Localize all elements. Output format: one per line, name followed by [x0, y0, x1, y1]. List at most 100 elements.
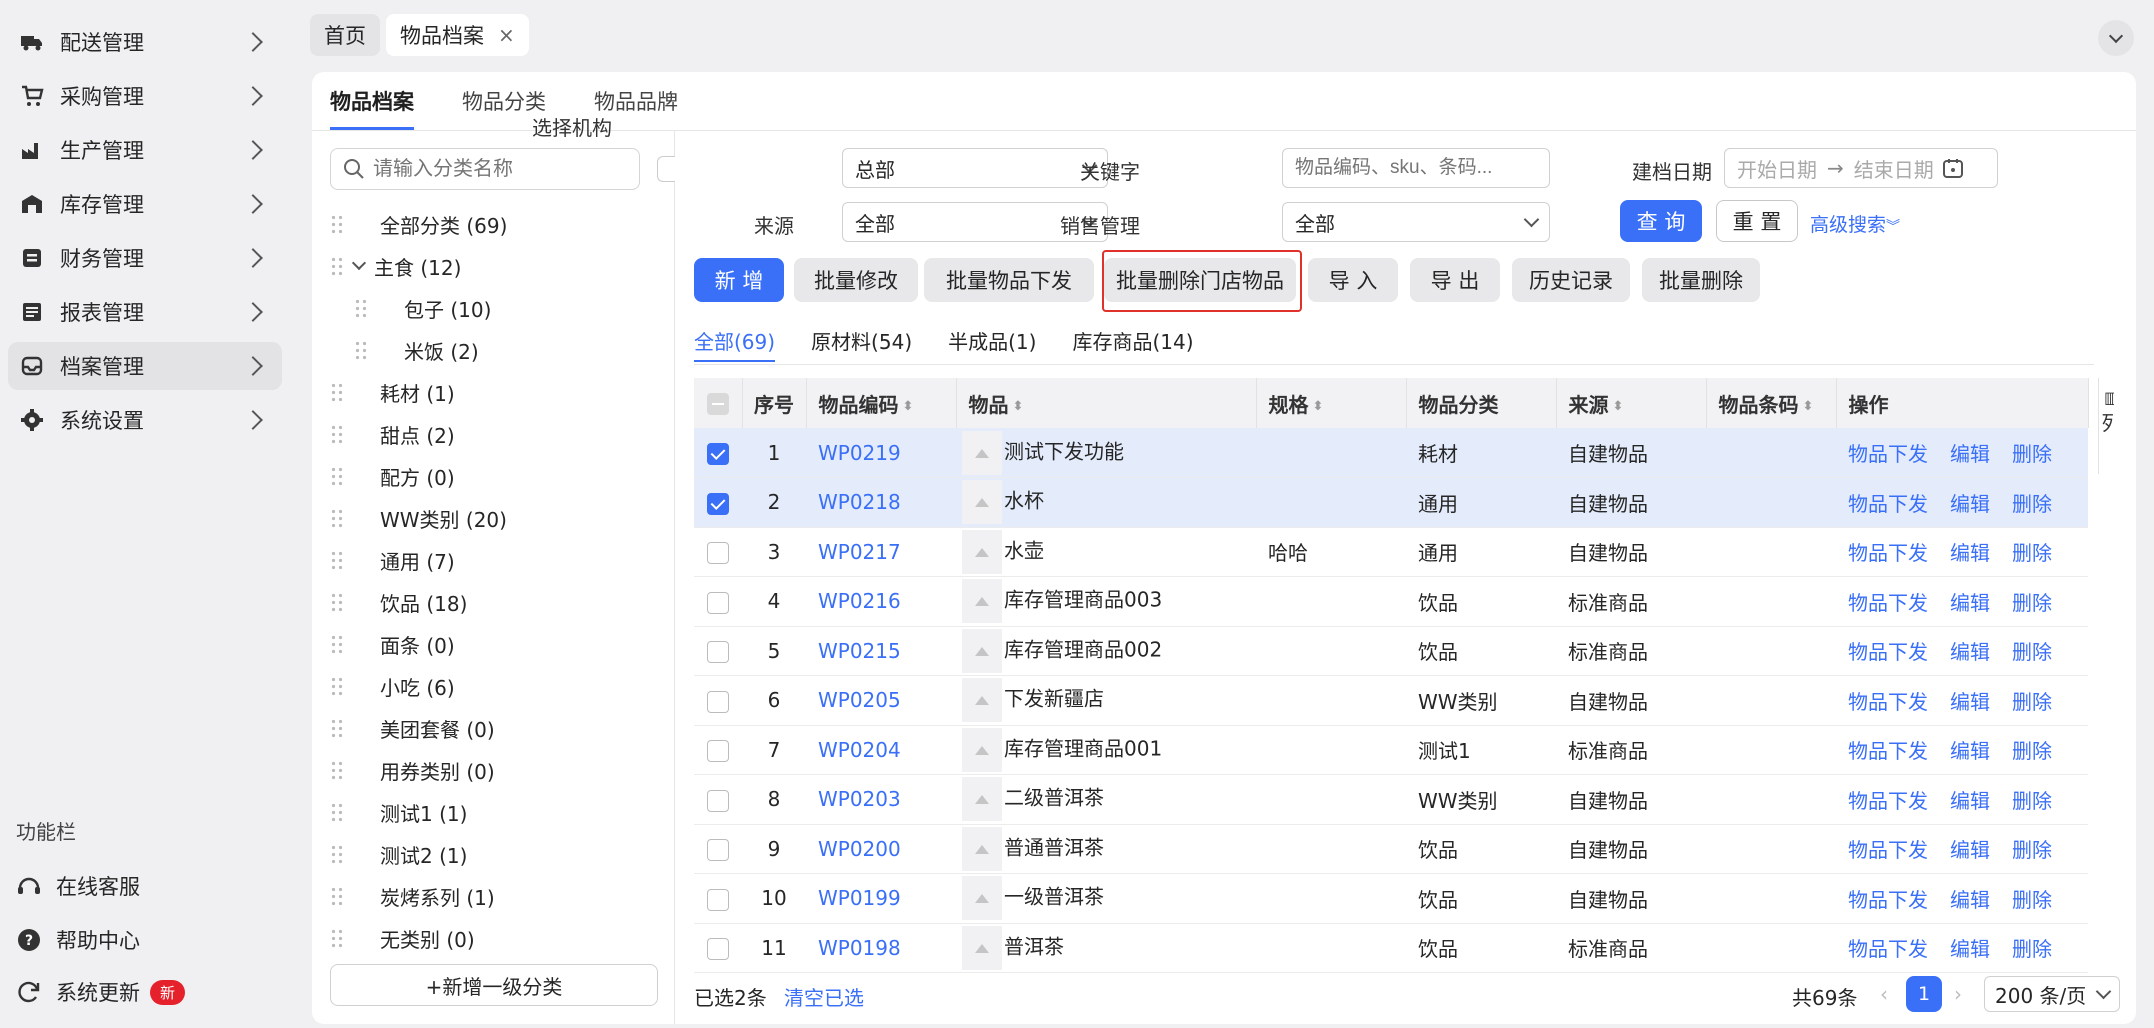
drag-handle-icon[interactable]: [330, 928, 344, 948]
clear-selection-link[interactable]: 清空已选: [784, 982, 864, 1011]
item-code-link[interactable]: WP0199: [806, 873, 956, 924]
drag-handle-icon[interactable]: [330, 592, 344, 612]
bottom-item-2[interactable]: ? 帮助中心: [16, 920, 140, 960]
tree-item[interactable]: 配方 (0): [330, 458, 455, 494]
distribute-link[interactable]: 物品下发: [1848, 591, 1928, 615]
column-settings-button[interactable]: ▥ 列: [2098, 378, 2114, 474]
advanced-search-link[interactable]: 高级搜索︾: [1810, 210, 1900, 237]
distribute-link[interactable]: 物品下发: [1848, 640, 1928, 664]
delete-link[interactable]: 删除: [2012, 739, 2052, 763]
drag-handle-icon[interactable]: [330, 844, 344, 864]
table-row[interactable]: 3 WP0217 水壶 哈哈 通用 自建物品 物品下发 编辑 删除: [694, 527, 2088, 577]
table-row[interactable]: 6 WP0205 下发新疆店 WW类别 自建物品 物品下发 编辑 删除: [694, 675, 2088, 726]
select-all-checkbox[interactable]: [706, 393, 729, 416]
tree-item[interactable]: 包子 (10): [354, 290, 491, 326]
tree-item[interactable]: 耗材 (1): [330, 374, 455, 410]
table-row[interactable]: 10 WP0199 一级普洱茶 饮品 自建物品 物品下发 编辑 删除: [694, 873, 2088, 924]
distribute-link[interactable]: 物品下发: [1848, 739, 1928, 763]
edit-link[interactable]: 编辑: [1950, 838, 1990, 862]
category-search[interactable]: [330, 148, 640, 190]
drag-handle-icon[interactable]: [330, 760, 344, 780]
distribute-link[interactable]: 物品下发: [1848, 492, 1928, 516]
batch-delete-store-items-button[interactable]: 批量删除门店物品: [1104, 258, 1296, 302]
distribute-link[interactable]: 物品下发: [1848, 937, 1928, 961]
tree-item[interactable]: 美团套餐 (0): [330, 710, 495, 746]
table-row[interactable]: 5 WP0215 库存管理商品002 饮品 标准商品 物品下发 编辑 删除: [694, 626, 2088, 676]
tabs-dropdown-button[interactable]: [2098, 20, 2134, 56]
col-header-source[interactable]: 来源 ⬍: [1556, 378, 1707, 428]
row-checkbox[interactable]: [707, 542, 729, 564]
chevron-down-icon[interactable]: [351, 255, 367, 271]
row-checkbox[interactable]: [707, 591, 729, 614]
sidebar-item-6[interactable]: 报表管理: [8, 288, 282, 336]
col-header-barcode[interactable]: 物品条码 ⬍: [1706, 378, 1837, 428]
row-checkbox[interactable]: [707, 442, 729, 465]
delete-link[interactable]: 删除: [2012, 937, 2052, 961]
distribute-link[interactable]: 物品下发: [1848, 838, 1928, 862]
row-checkbox[interactable]: [707, 492, 729, 515]
add-category-button[interactable]: +新增一级分类: [330, 964, 658, 1006]
date-range-picker[interactable]: 开始日期 → 结束日期: [1724, 148, 1998, 188]
delete-link[interactable]: 删除: [2012, 492, 2052, 516]
row-checkbox[interactable]: [707, 789, 729, 812]
drag-handle-icon[interactable]: [330, 466, 344, 486]
import-button[interactable]: 导 入: [1308, 258, 1398, 302]
edit-link[interactable]: 编辑: [1950, 442, 1990, 466]
category-search-input[interactable]: [373, 157, 639, 181]
tree-item[interactable]: 主食 (12): [330, 248, 461, 284]
table-row[interactable]: 9 WP0200 普通普洱茶 饮品 自建物品 物品下发 编辑 删除: [694, 824, 2088, 874]
row-checkbox[interactable]: [707, 740, 729, 762]
type-tab-semi[interactable]: 半成品(1): [948, 320, 1036, 360]
bottom-item-1[interactable]: 在线客服: [16, 866, 140, 906]
sidebar-item-7[interactable]: 档案管理: [8, 342, 282, 390]
drag-handle-icon[interactable]: [330, 718, 344, 738]
sidebar-item-1[interactable]: 配送管理: [8, 18, 282, 66]
edit-link[interactable]: 编辑: [1950, 789, 1990, 813]
table-row[interactable]: 7 WP0204 库存管理商品001 测试1 标准商品 物品下发 编辑 删除: [694, 725, 2088, 775]
tree-item[interactable]: 甜点 (2): [330, 416, 455, 452]
subtab-item-archive[interactable]: 物品档案: [330, 72, 414, 130]
drag-handle-icon[interactable]: [330, 214, 344, 234]
item-code-link[interactable]: WP0219: [806, 428, 956, 478]
edit-link[interactable]: 编辑: [1950, 690, 1990, 714]
item-code-link[interactable]: WP0217: [806, 527, 956, 577]
type-tab-raw[interactable]: 原材料(54): [811, 320, 912, 360]
tree-item[interactable]: WW类别 (20): [330, 500, 507, 536]
tree-collapse-button[interactable]: [657, 156, 675, 182]
add-button[interactable]: 新 增: [694, 258, 784, 302]
history-button[interactable]: 历史记录: [1512, 258, 1630, 302]
tree-item[interactable]: 用券类别 (0): [330, 752, 495, 788]
item-code-link[interactable]: WP0203: [806, 774, 956, 825]
edit-link[interactable]: 编辑: [1950, 937, 1990, 961]
edit-link[interactable]: 编辑: [1950, 591, 1990, 615]
col-header-spec[interactable]: 规格 ⬍: [1256, 378, 1407, 428]
distribute-link[interactable]: 物品下发: [1848, 888, 1928, 912]
item-code-link[interactable]: WP0204: [806, 725, 956, 775]
item-code-link[interactable]: WP0215: [806, 626, 956, 676]
distribute-link[interactable]: 物品下发: [1848, 789, 1928, 813]
tree-item[interactable]: 通用 (7): [330, 542, 455, 578]
drag-handle-icon[interactable]: [330, 634, 344, 654]
row-checkbox[interactable]: [707, 690, 729, 713]
table-row[interactable]: 4 WP0216 库存管理商品003 饮品 标准商品 物品下发 编辑 删除: [694, 576, 2088, 627]
tree-item[interactable]: 测试1 (1): [330, 794, 467, 830]
sidebar-item-2[interactable]: 采购管理: [8, 72, 282, 120]
tree-item[interactable]: 米饭 (2): [354, 332, 479, 368]
drag-handle-icon[interactable]: [330, 886, 344, 906]
item-code-link[interactable]: WP0218: [806, 477, 956, 528]
tree-item[interactable]: 小吃 (6): [330, 668, 455, 704]
edit-link[interactable]: 编辑: [1950, 492, 1990, 516]
query-button[interactable]: 查 询: [1620, 200, 1702, 242]
delete-link[interactable]: 删除: [2012, 442, 2052, 466]
drag-handle-icon[interactable]: [330, 424, 344, 444]
row-checkbox[interactable]: [707, 641, 729, 663]
page-size-select[interactable]: 200 条/页: [1984, 976, 2121, 1012]
drag-handle-icon[interactable]: [330, 802, 344, 822]
drag-handle-icon[interactable]: [354, 298, 368, 318]
tree-item[interactable]: 饮品 (18): [330, 584, 467, 620]
sidebar-item-4[interactable]: 库存管理: [8, 180, 282, 228]
sales-select[interactable]: 全部: [1282, 202, 1550, 242]
edit-link[interactable]: 编辑: [1950, 888, 1990, 912]
tree-item[interactable]: 无类别 (0): [330, 920, 475, 956]
sidebar-item-3[interactable]: 生产管理: [8, 126, 282, 174]
